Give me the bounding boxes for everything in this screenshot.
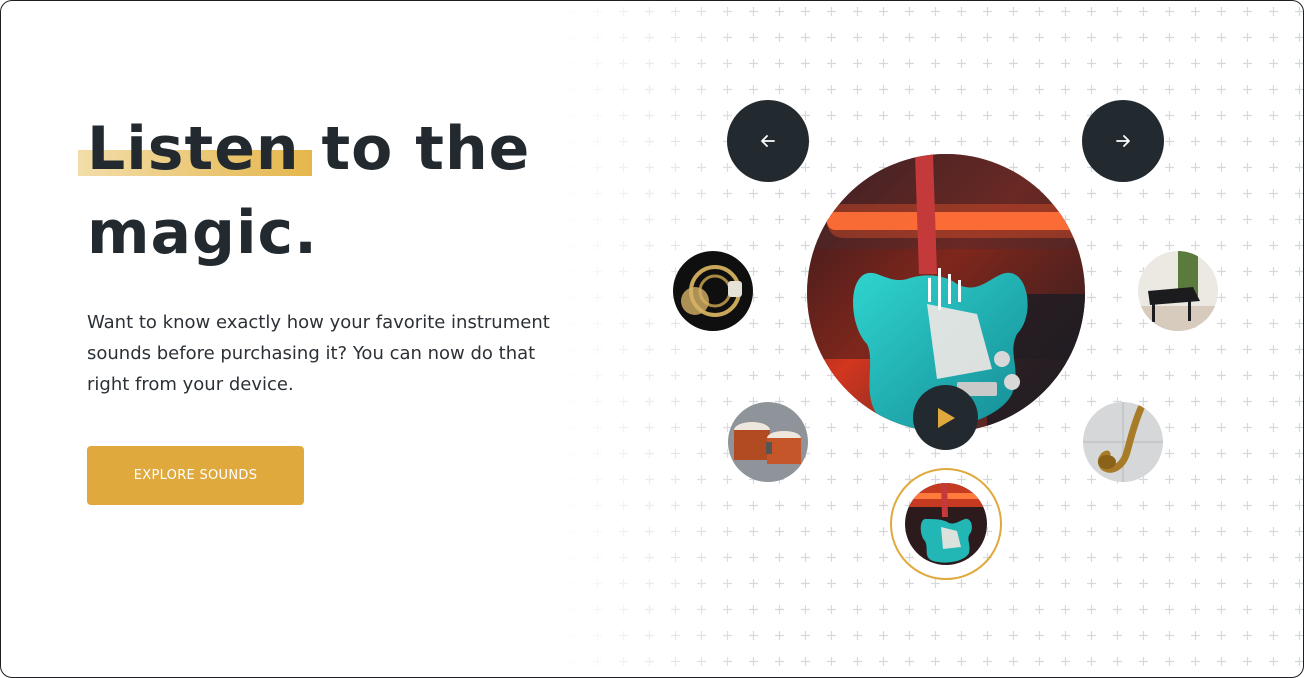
thumbnail-french-horn[interactable]: [673, 251, 753, 331]
thumbnail-electric-guitar: [905, 483, 987, 565]
arrow-right-icon: [1116, 135, 1130, 147]
grand-piano-image: [1138, 251, 1218, 331]
electric-guitar-thumb-image: [905, 483, 987, 565]
bongo-drums-image: [728, 402, 808, 482]
page-frame: Listen to the magic. Want to know exactl…: [0, 0, 1304, 678]
play-icon: [937, 407, 955, 428]
thumbnail-bongo-drums[interactable]: [728, 402, 808, 482]
saxophone-image: [1083, 402, 1163, 482]
hero-description: Want to know exactly how your favorite i…: [87, 312, 550, 395]
title-line2: magic.: [87, 198, 318, 268]
french-horn-image: [673, 251, 753, 331]
sound-wave-icon: [928, 268, 961, 310]
thumbnail-grand-piano[interactable]: [1138, 251, 1218, 331]
next-button[interactable]: [1082, 100, 1164, 182]
play-button[interactable]: [913, 385, 978, 450]
title-line1-rest: to the: [299, 114, 531, 184]
title-highlight-word: Listen: [78, 107, 312, 191]
explore-sounds-button[interactable]: EXPLORE SOUNDS: [87, 446, 304, 505]
title-highlight-text: Listen: [87, 114, 300, 184]
arrow-left-icon: [761, 135, 775, 147]
hero-title: Listen to the magic.: [78, 107, 547, 275]
prev-button[interactable]: [727, 100, 809, 182]
thumbnail-electric-guitar-active[interactable]: [890, 468, 1002, 580]
thumbnail-saxophone[interactable]: [1083, 402, 1163, 482]
